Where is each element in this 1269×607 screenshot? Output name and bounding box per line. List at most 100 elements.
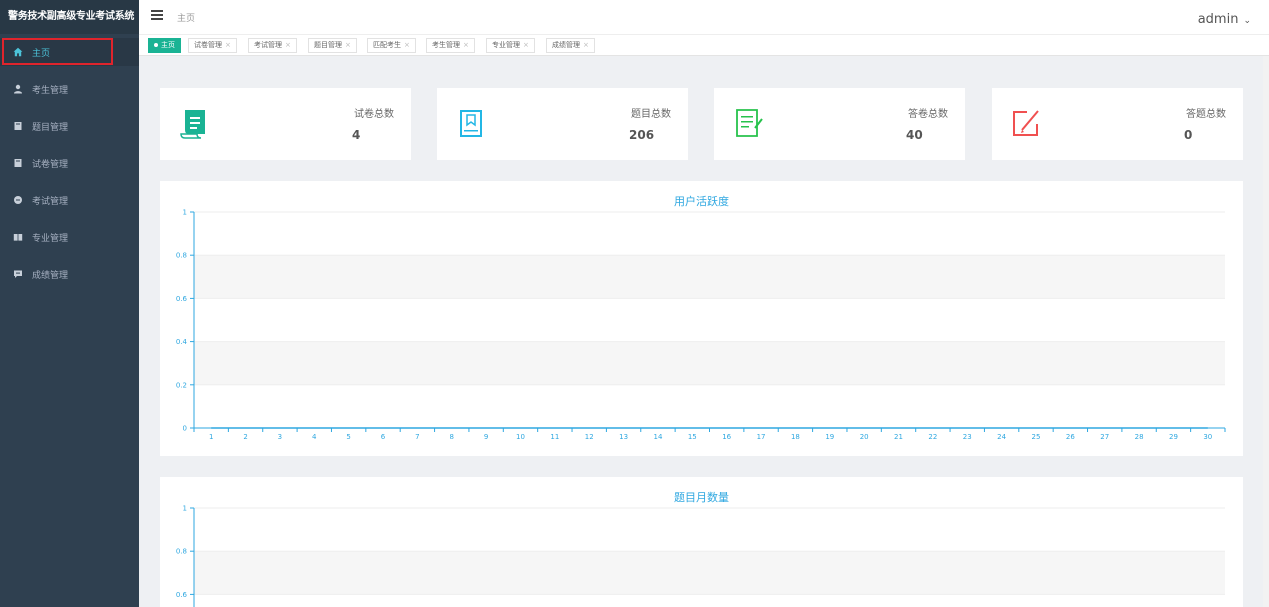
sidebar: 警务技术副高级专业考试系统 主页 考生管理 题目管理 试卷管理 考试管理 专业管… [0, 0, 139, 607]
tab-label: 主页 [161, 41, 175, 49]
close-icon[interactable]: × [225, 41, 231, 49]
comment-icon [13, 269, 23, 279]
tab-match-examinees[interactable]: 匹配考生 × [367, 38, 416, 53]
chart-panel-activity: 用户活跃度 0 0.2 0.4 0.6 0.8 1 1 2 3 4 5 6 7 8 9 10 11 12 13 14 1… [160, 181, 1243, 456]
sidebar-item-papers[interactable]: 试卷管理 [0, 149, 139, 177]
x-tick-label: 27 [1100, 433, 1109, 441]
sidebar-item-label: 考试管理 [32, 196, 69, 207]
y-tick-label: 0.6 [176, 591, 188, 599]
x-tick-label: 23 [963, 433, 972, 441]
tab-papers[interactable]: 试卷管理 × [188, 38, 237, 53]
user-menu[interactable]: admin ⌄ [1198, 12, 1251, 27]
y-tick-label: 1 [183, 209, 187, 217]
grid-band [194, 594, 1225, 607]
x-tick-label: 25 [1032, 433, 1041, 441]
x-tick-label: 2 [243, 433, 247, 441]
close-icon[interactable]: × [523, 41, 529, 49]
tab-home[interactable]: 主页 [148, 38, 181, 53]
stat-card-answers: 答题总数 0 [992, 88, 1243, 160]
menu-toggle-icon[interactable] [151, 10, 163, 22]
x-tick-label: 13 [619, 433, 628, 441]
breadcrumb: 主页 [177, 14, 196, 24]
x-tick-label: 14 [653, 433, 662, 441]
y-tick-label: 0.8 [176, 252, 187, 260]
tab-majors[interactable]: 专业管理 × [486, 38, 535, 53]
stat-label: 答题总数 [1186, 109, 1226, 120]
sidebar-item-label: 成绩管理 [32, 270, 69, 281]
tab-label: 成绩管理 [552, 41, 580, 49]
grid-band [194, 298, 1225, 342]
stat-card-questions: 题目总数 206 [437, 88, 688, 160]
x-tick-label: 9 [484, 433, 488, 441]
sidebar-item-label: 试卷管理 [32, 159, 69, 170]
sidebar-item-label: 专业管理 [32, 233, 69, 244]
home-icon [13, 47, 23, 57]
x-tick-label: 29 [1169, 433, 1178, 441]
sidebar-item-label: 主页 [32, 48, 51, 59]
stat-value: 206 [629, 128, 655, 142]
close-icon[interactable]: × [583, 41, 589, 49]
grid-band [194, 384, 1225, 428]
tab-scores[interactable]: 成绩管理 × [546, 38, 595, 53]
grid-band [194, 255, 1225, 299]
caret-down-icon: ⌄ [1243, 16, 1251, 26]
x-tick-label: 8 [450, 433, 454, 441]
x-tick-label: 28 [1135, 433, 1144, 441]
sidebar-item-label: 考生管理 [32, 85, 69, 96]
stat-label: 试卷总数 [354, 109, 394, 120]
chart-panel-monthly-questions: 题目月数量 0.6 0.8 1 [160, 477, 1243, 607]
tab-questions[interactable]: 题目管理 × [308, 38, 357, 53]
x-tick-label: 15 [688, 433, 697, 441]
book-icon [13, 158, 23, 168]
tab-label: 专业管理 [492, 41, 520, 49]
sidebar-item-majors[interactable]: 专业管理 [0, 223, 139, 251]
sidebar-item-questions[interactable]: 题目管理 [0, 112, 139, 140]
x-tick-label: 5 [346, 433, 350, 441]
y-tick-label: 0.4 [176, 338, 188, 346]
close-icon[interactable]: × [463, 41, 469, 49]
tab-label: 考试管理 [254, 41, 282, 49]
stat-label: 题目总数 [631, 109, 671, 120]
book-icon [13, 121, 23, 131]
close-icon[interactable]: × [285, 41, 291, 49]
grid-band [194, 551, 1225, 595]
activity-chart: 00.20.40.60.811 2 3 4 5 6 7 8 9 10 11 12 13 14 15 16 17 1… [176, 209, 1226, 441]
grid-band [194, 341, 1225, 385]
x-tick-label: 18 [791, 433, 800, 441]
x-tick-label: 19 [825, 433, 834, 441]
close-icon[interactable]: × [404, 41, 410, 49]
x-tick-label: 7 [415, 433, 419, 441]
tab-label: 题目管理 [314, 41, 342, 49]
tab-examinees[interactable]: 考生管理 × [426, 38, 475, 53]
x-tick-label: 1 [209, 433, 213, 441]
x-tick-label: 30 [1203, 433, 1212, 441]
x-tick-label: 26 [1066, 433, 1075, 441]
page-scrollbar[interactable] [1263, 56, 1269, 607]
username: admin [1197, 12, 1239, 27]
x-tick-label: 24 [997, 433, 1006, 441]
top-bar: 主页 admin ⌄ [139, 0, 1269, 34]
notes-edit-icon [736, 109, 763, 137]
sidebar-item-exams[interactable]: 考试管理 [0, 186, 139, 214]
tab-label: 考生管理 [432, 41, 460, 49]
main-content: 试卷总数 4 题目总数 206 答卷总数 40 答题总数 0 用户活跃度 0 0… [139, 56, 1269, 607]
x-tick-label: 22 [928, 433, 937, 441]
sidebar-item-examinees[interactable]: 考生管理 [0, 75, 139, 103]
grid-band [194, 212, 1225, 256]
close-icon[interactable]: × [345, 41, 351, 49]
bookmark-book-icon [460, 110, 482, 137]
x-tick-label: 10 [516, 433, 525, 441]
tab-exams[interactable]: 考试管理 × [248, 38, 297, 53]
stat-card-answer-sheets: 答卷总数 40 [714, 88, 965, 160]
x-tick-label: 6 [381, 433, 386, 441]
sidebar-item-scores[interactable]: 成绩管理 [0, 260, 139, 288]
y-tick-label: 0 [183, 425, 187, 433]
y-tick-label: 0.8 [176, 548, 187, 556]
x-tick-label: 20 [860, 433, 869, 441]
x-tick-label: 3 [278, 433, 282, 441]
tab-label: 匹配考生 [373, 41, 401, 49]
sidebar-item-label: 题目管理 [32, 122, 69, 133]
monthly-questions-chart: 0.6 0.8 1 [176, 505, 1225, 607]
sidebar-item-home[interactable]: 主页 [0, 38, 139, 66]
x-tick-label: 4 [312, 433, 317, 441]
